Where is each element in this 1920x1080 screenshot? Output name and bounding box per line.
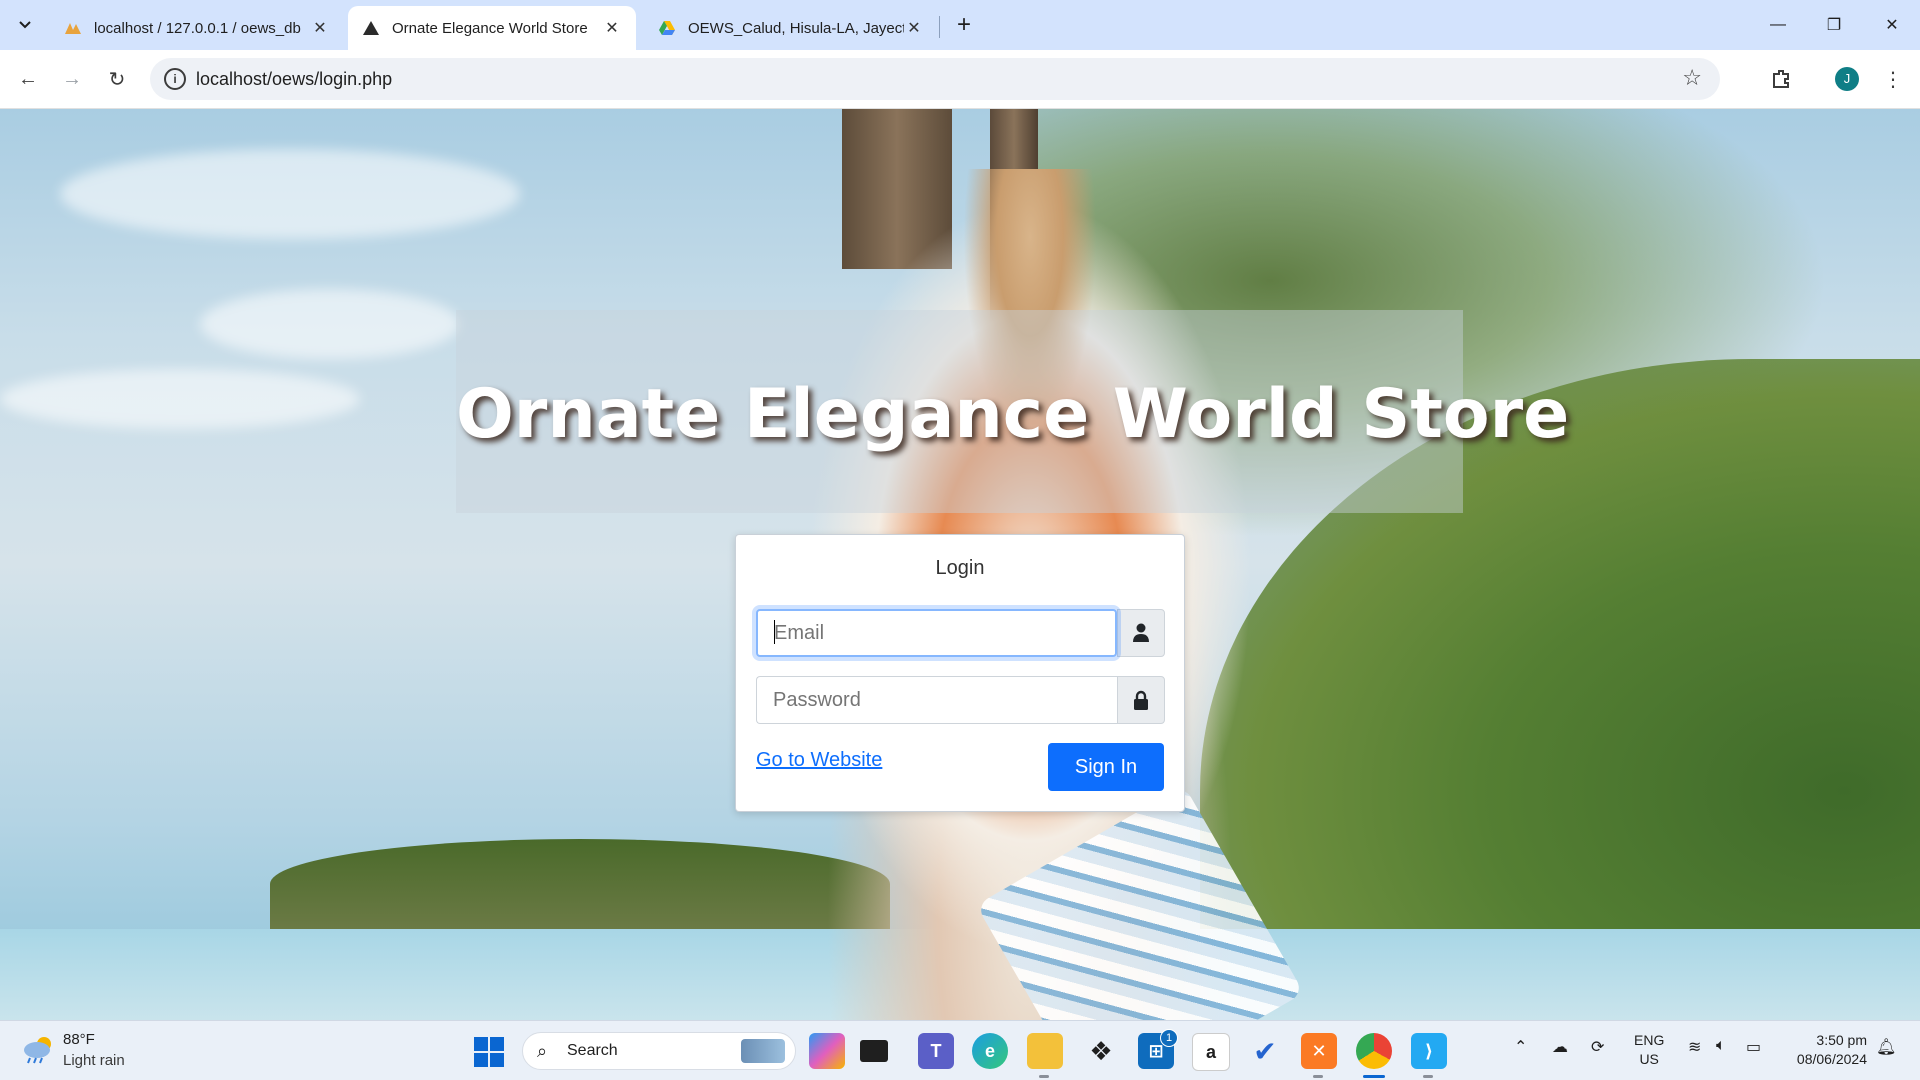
- clock-time: 3:50 pm: [1816, 1032, 1867, 1048]
- running-indicator: [1039, 1075, 1049, 1078]
- sync-icon[interactable]: ⟳: [1591, 1037, 1604, 1057]
- password-input-group: [756, 676, 1165, 724]
- background-cloud: [0, 369, 360, 429]
- email-field[interactable]: [756, 609, 1117, 657]
- minimize-icon[interactable]: —: [1750, 0, 1806, 50]
- tab-close-icon[interactable]: ✕: [904, 18, 924, 38]
- store-badge: 1: [1160, 1029, 1178, 1047]
- tab-ornate-elegance[interactable]: Ornate Elegance World Store ✕: [348, 6, 636, 50]
- xampp-icon[interactable]: ✕: [1301, 1033, 1337, 1069]
- background-cloud: [200, 289, 460, 359]
- onedrive-icon[interactable]: ☁: [1552, 1037, 1568, 1057]
- windows-start-icon[interactable]: [474, 1037, 504, 1067]
- tab-google-drive[interactable]: OEWS_Calud, Hisula-LA, Jayecti ✕: [644, 6, 938, 50]
- google-drive-icon: [658, 19, 676, 37]
- vscode-icon[interactable]: ⟩: [1411, 1033, 1447, 1069]
- show-hidden-icons-icon[interactable]: ⌃: [1514, 1037, 1527, 1057]
- phpmyadmin-icon: [64, 19, 82, 37]
- site-favicon-icon: [362, 19, 380, 37]
- new-tab-button[interactable]: +: [949, 10, 979, 40]
- windows-taskbar: 88°F Light rain ⌕ Search T e ❖ ⊞ 1 a ✔ ✕…: [0, 1020, 1920, 1080]
- dropbox-icon[interactable]: ❖: [1083, 1033, 1119, 1069]
- restore-icon[interactable]: ❐: [1806, 0, 1862, 50]
- close-window-icon[interactable]: ✕: [1864, 0, 1920, 50]
- search-icon: ⌕: [537, 1041, 548, 1061]
- browser-toolbar: ← → ↻ i localhost/oews/login.php ☆ ⋮: [0, 50, 1920, 109]
- chrome-icon[interactable]: [1356, 1033, 1392, 1069]
- amazon-icon[interactable]: a: [1192, 1033, 1230, 1071]
- tab-close-icon[interactable]: ✕: [602, 18, 622, 38]
- edge-icon[interactable]: e: [972, 1033, 1008, 1069]
- sign-in-button[interactable]: Sign In: [1048, 743, 1164, 791]
- password-field[interactable]: [756, 676, 1117, 724]
- profile-avatar[interactable]: J: [1835, 67, 1859, 91]
- task-view-icon[interactable]: [860, 1040, 888, 1062]
- login-card: Login Go to Website Sign In: [735, 534, 1185, 812]
- site-info-icon[interactable]: i: [164, 68, 186, 90]
- back-icon[interactable]: ←: [10, 61, 46, 97]
- login-heading: Login: [935, 557, 985, 579]
- clock-date: 08/06/2024: [1796, 1051, 1867, 1067]
- extensions-icon[interactable]: [1764, 62, 1798, 96]
- browser-tab-strip: localhost / 127.0.0.1 / oews_db ✕ Ornate…: [0, 0, 1920, 50]
- lock-icon: [1117, 676, 1165, 724]
- weather-temperature[interactable]: 88°F: [63, 1031, 95, 1048]
- todo-icon[interactable]: ✔: [1247, 1033, 1283, 1069]
- taskbar-search-box[interactable]: ⌕ Search: [522, 1032, 796, 1070]
- language-region: US: [1639, 1051, 1659, 1067]
- tab-title: Ornate Elegance World Store: [392, 19, 588, 37]
- tab-search-icon[interactable]: [8, 10, 42, 40]
- address-bar[interactable]: i localhost/oews/login.php ☆: [150, 58, 1720, 100]
- user-icon: [1117, 609, 1165, 657]
- tab-title: OEWS_Calud, Hisula-LA, Jayecti: [688, 19, 904, 37]
- text-cursor: [774, 620, 775, 644]
- reload-icon[interactable]: ↻: [99, 61, 135, 97]
- battery-icon[interactable]: ▭: [1746, 1037, 1761, 1057]
- tab-close-icon[interactable]: ✕: [310, 18, 330, 38]
- email-input-group: [756, 609, 1165, 657]
- forward-icon[interactable]: →: [54, 61, 90, 97]
- taskbar-search-label: Search: [567, 1042, 618, 1059]
- teams-icon[interactable]: T: [918, 1033, 954, 1069]
- bookmark-star-icon[interactable]: ☆: [1682, 65, 1702, 91]
- background-cloud: [60, 149, 520, 239]
- copilot-icon[interactable]: [809, 1033, 845, 1069]
- file-explorer-icon[interactable]: [1027, 1033, 1063, 1069]
- wifi-icon[interactable]: ≋: [1688, 1037, 1701, 1057]
- tab-separator: [939, 16, 940, 38]
- notification-bell-icon[interactable]: 🔔︎: [1876, 1037, 1896, 1057]
- tab-phpmyadmin[interactable]: localhost / 127.0.0.1 / oews_db ✕: [50, 6, 344, 50]
- running-indicator: [1313, 1075, 1323, 1078]
- address-url[interactable]: localhost/oews/login.php: [196, 69, 392, 90]
- language-indicator[interactable]: ENG US: [1634, 1031, 1664, 1069]
- search-highlight-image: [741, 1039, 785, 1063]
- language-code: ENG: [1634, 1032, 1665, 1048]
- go-to-website-link[interactable]: Go to Website: [756, 749, 882, 772]
- volume-icon[interactable]: 🔈︎: [1716, 1037, 1726, 1055]
- tab-title: localhost / 127.0.0.1 / oews_db: [94, 19, 301, 37]
- weather-rain-icon[interactable]: [22, 1035, 56, 1065]
- menu-kebab-icon[interactable]: ⋮: [1876, 62, 1910, 96]
- running-indicator: [1423, 1075, 1433, 1078]
- weather-description[interactable]: Light rain: [63, 1052, 125, 1069]
- store-title: Ornate Elegance World Store: [456, 375, 1570, 454]
- system-clock[interactable]: 3:50 pm 08/06/2024: [1787, 1031, 1867, 1069]
- active-indicator: [1363, 1075, 1385, 1078]
